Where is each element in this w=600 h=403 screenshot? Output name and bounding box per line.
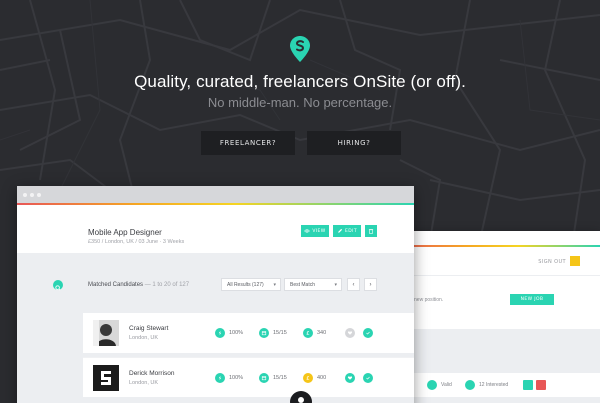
window-titlebar	[17, 186, 414, 203]
back-window: SIGN OUT post a new position. NEW JOB Va…	[395, 231, 600, 403]
view-button[interactable]: VIEW	[301, 225, 329, 237]
table-row[interactable]: Derick Morrison London, UK 100% 15/15 40…	[83, 357, 414, 397]
eye-icon	[304, 229, 311, 233]
edit-icon[interactable]	[523, 380, 533, 390]
new-job-button[interactable]: NEW JOB	[510, 294, 554, 305]
color-stripe	[17, 203, 414, 205]
job-row: Valid 12 Interested	[395, 373, 600, 397]
search-icon[interactable]	[53, 280, 63, 291]
days-value: 15/15	[273, 375, 287, 381]
heart-icon[interactable]	[345, 373, 355, 383]
days-value: 15/15	[273, 330, 287, 336]
freelancer-button[interactable]: FREELANCER?	[201, 131, 295, 155]
lightning-icon	[215, 373, 225, 383]
delete-icon[interactable]	[536, 380, 546, 390]
table-row[interactable]: Craig Stewart London, UK 100% 15/15 340	[83, 313, 414, 353]
candidate-name[interactable]: Craig Stewart	[129, 325, 168, 332]
prev-page-button[interactable]: ‹	[347, 278, 360, 291]
dot-icon	[298, 397, 304, 403]
window-dot	[23, 193, 27, 197]
check-icon[interactable]	[363, 328, 373, 338]
edit-label: EDIT	[345, 228, 357, 234]
match-value: 100%	[229, 375, 244, 381]
edit-button[interactable]: EDIT	[333, 225, 361, 237]
hero-subtitle: No middle-man. No percentage.	[207, 95, 393, 110]
candidate-name[interactable]: Derick Morrison	[129, 370, 175, 377]
delete-button[interactable]	[365, 225, 377, 237]
matched-label: Matched Candidates	[88, 282, 144, 288]
avatar	[93, 365, 119, 391]
color-stripe	[395, 245, 600, 247]
location-pin-s-icon	[290, 36, 310, 62]
valid-label: Valid	[441, 382, 452, 388]
calendar-icon	[259, 328, 269, 338]
window-dot	[30, 193, 34, 197]
results-filter-select[interactable]: All Results (127) ▾	[221, 278, 281, 291]
pound-icon	[303, 373, 313, 383]
job-title: Mobile App Designer	[88, 228, 162, 237]
rate-value: 340	[317, 330, 327, 336]
candidate-location: London, UK	[129, 335, 159, 341]
lightning-icon	[215, 328, 225, 338]
chevron-down-icon: ▾	[334, 282, 337, 288]
check-icon[interactable]	[363, 373, 373, 383]
sort-value: Best Match	[290, 281, 316, 288]
window-dot	[37, 193, 41, 197]
candidate-location: London, UK	[129, 380, 159, 386]
next-page-button[interactable]: ›	[364, 278, 377, 291]
signout-link[interactable]: SIGN OUT	[538, 259, 566, 265]
chevron-down-icon: ▾	[273, 282, 276, 288]
hiring-button[interactable]: HIRING?	[307, 131, 401, 155]
sort-select[interactable]: Best Match ▾	[284, 278, 342, 291]
avatar[interactable]	[570, 256, 580, 266]
pencil-icon	[338, 228, 343, 233]
hero-title: Quality, curated, freelancers OnSite (or…	[134, 72, 466, 91]
calendar-icon	[259, 373, 269, 383]
avatar	[93, 320, 119, 346]
divider	[395, 275, 600, 276]
main-window: Mobile App Designer £350 / London, UK / …	[17, 186, 414, 403]
job-meta: £350 / London, UK / 03 June · 3 Weeks	[88, 239, 185, 245]
match-value: 100%	[229, 330, 244, 336]
rate-value: 400	[317, 375, 327, 381]
heart-icon[interactable]	[345, 328, 355, 338]
document-icon	[427, 380, 437, 390]
matched-range: — 1 to 20 of 127	[144, 282, 190, 288]
view-label: VIEW	[312, 228, 326, 234]
trash-icon	[368, 229, 374, 234]
check-icon	[465, 380, 475, 390]
matched-candidates-heading: Matched Candidates — 1 to 20 of 127	[88, 282, 189, 288]
job-header: Mobile App Designer £350 / London, UK / …	[17, 203, 414, 253]
interested-label: 12 Interested	[479, 382, 509, 388]
pound-icon	[303, 328, 313, 338]
filter-value: All Results (127)	[227, 281, 264, 288]
